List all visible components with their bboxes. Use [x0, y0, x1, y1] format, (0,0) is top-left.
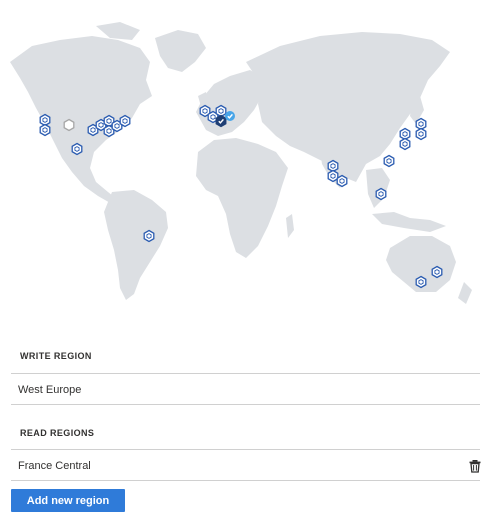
write-region-heading: WRITE REGION	[20, 351, 92, 361]
add-new-region-button[interactable]: Add new region	[11, 489, 125, 512]
world-map-area	[0, 0, 499, 330]
region-marker-disabled	[63, 118, 75, 132]
region-marker[interactable]	[327, 169, 339, 183]
land-indonesia	[372, 212, 446, 232]
region-marker-write[interactable]	[215, 114, 227, 128]
region-marker[interactable]	[39, 123, 51, 137]
region-marker[interactable]	[71, 142, 83, 156]
region-marker[interactable]	[119, 114, 131, 128]
divider	[11, 449, 480, 450]
read-region-name: France Central	[18, 460, 91, 472]
trash-icon[interactable]	[468, 459, 482, 473]
region-marker[interactable]	[383, 154, 395, 168]
region-marker[interactable]	[336, 174, 348, 188]
land-africa	[196, 138, 288, 258]
region-marker[interactable]	[415, 127, 427, 141]
region-marker[interactable]	[143, 229, 155, 243]
divider	[11, 480, 480, 481]
write-region-value: West Europe	[18, 384, 82, 396]
region-marker[interactable]	[415, 275, 427, 289]
world-map	[10, 22, 472, 304]
divider	[11, 404, 480, 405]
land-se-asia	[366, 168, 390, 208]
read-regions-heading: READ REGIONS	[20, 428, 95, 438]
land-new-zealand	[458, 282, 472, 304]
land-south-america	[104, 190, 168, 300]
region-marker[interactable]	[399, 137, 411, 151]
land-arctic-islands	[96, 22, 140, 40]
region-marker-read[interactable]	[225, 111, 235, 121]
land-madagascar	[286, 214, 294, 238]
land-greenland	[155, 30, 206, 72]
land-north-america	[10, 36, 152, 204]
region-marker[interactable]	[431, 265, 443, 279]
region-marker[interactable]	[375, 187, 387, 201]
divider	[11, 373, 480, 374]
